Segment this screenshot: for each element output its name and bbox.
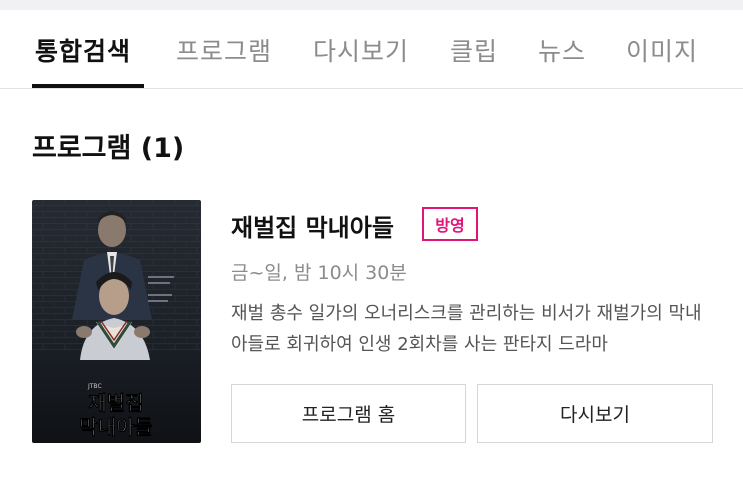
on-air-badge: 방영 bbox=[422, 207, 478, 241]
tab-clip[interactable]: 클립 bbox=[450, 32, 498, 68]
top-strip bbox=[0, 0, 743, 10]
tab-image[interactable]: 이미지 bbox=[626, 32, 698, 68]
program-description: 재벌 총수 일가의 오너리스크를 관리하는 비서가 재벌가의 막내아들로 회귀하… bbox=[231, 303, 702, 355]
program-poster[interactable]: JTBC 재벌집 막내아들 bbox=[32, 200, 201, 443]
tab-news[interactable]: 뉴스 bbox=[538, 32, 586, 68]
poster-title-line2: 막내아들 bbox=[79, 415, 153, 439]
program-schedule: 금~일, 밤 10시 30분 bbox=[231, 262, 407, 284]
replay-button[interactable]: 다시보기 bbox=[477, 384, 713, 443]
program-title[interactable]: 재벌집 막내아들 bbox=[231, 208, 394, 243]
section-title: 프로그램 (1) bbox=[32, 133, 185, 164]
poster-channel: JTBC bbox=[87, 383, 102, 390]
active-tab-indicator bbox=[32, 84, 144, 88]
tab-integrated-search[interactable]: 통합검색 bbox=[35, 32, 131, 68]
poster-title-line1: 재벌집 bbox=[88, 391, 143, 415]
search-tabs: 통합검색 프로그램 다시보기 클립 뉴스 이미지 bbox=[0, 10, 743, 89]
program-home-button[interactable]: 프로그램 홈 bbox=[231, 384, 466, 443]
tab-program[interactable]: 프로그램 bbox=[176, 32, 272, 68]
tab-replay[interactable]: 다시보기 bbox=[313, 32, 409, 68]
